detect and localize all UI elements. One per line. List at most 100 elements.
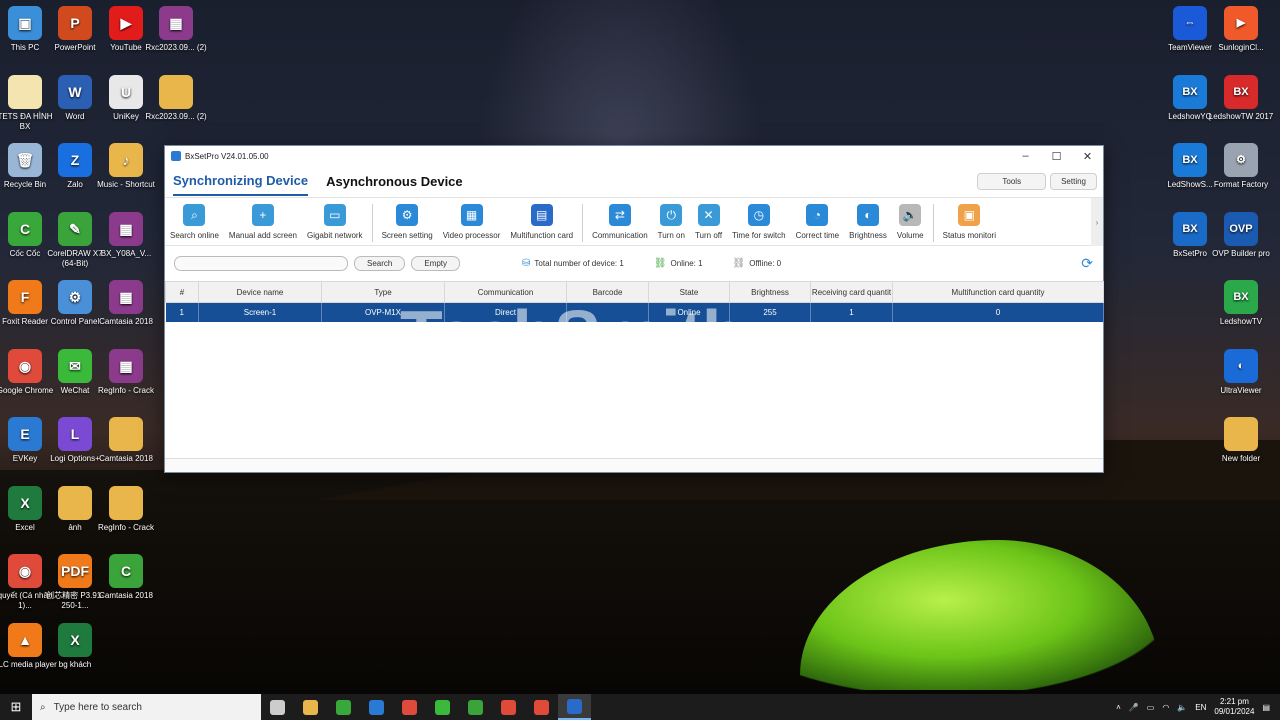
column-header-brightness[interactable]: Brightness [729,281,811,303]
taskbar-app-blue-button[interactable] [360,694,393,720]
toolbar-volume-button[interactable]: 🔈 Volume [892,204,929,240]
taskbar-bxsetpro-button[interactable] [558,694,591,720]
desktop-icon-label: LedshowTV [1219,317,1263,326]
tab-synchronizing-device[interactable]: Synchronizing Device [173,167,309,196]
monitor-search-icon: ⌕ [183,204,206,226]
toolbar-multifunction-card-button[interactable]: ▤ Multifunction card [505,204,578,240]
chevron-up-icon[interactable]: ˄ [1116,703,1121,712]
rxc2023-09-2-icon: ▦ [159,6,193,40]
toolbar-video-processor-button[interactable]: ▦ Video processor [438,204,506,240]
column-header-state[interactable]: State [648,281,730,303]
close-icon[interactable]: ✕ [1072,150,1103,163]
speaker-icon[interactable]: 🔈 [1177,703,1187,712]
windows-start-icon[interactable]: ⊞ [0,699,32,715]
tab-bar: Synchronizing Device Asynchronous Device… [165,166,1103,198]
column-header-multifunction-card-quantity[interactable]: Multifunction card quantity [892,281,1104,303]
cell-index: 1 [165,302,199,322]
camtasia-icon [468,699,483,715]
desktop-icon-camtasia-2018[interactable]: C Camtasia 2018 [93,554,159,601]
toolbar: ⌕ Search online + Manual add screen ▭ Gigabit… [165,198,1103,246]
google-chrome-icon: ◉ [8,348,42,383]
desktop-icon-reginfo-crack[interactable]: ▦ RegInfo - Crack [93,348,159,396]
desktop-icon-rxc2023-09-2[interactable]: Rxc2023.09... (2) [143,74,209,122]
maximize-icon[interactable]: ☐ [1041,150,1072,163]
toolbar-label: Time for switch [732,231,786,240]
taskbar-chrome-2-button[interactable] [525,694,558,720]
toolbar-time-for-switch-button[interactable]: ◷ Time for switch [727,204,791,240]
tets-a-h-nh-bx-icon [8,74,42,109]
language-icon[interactable]: EN [1195,703,1206,712]
ultraviewer-icon: ◐ [1224,348,1258,383]
desktop-icon-rxc2023-09-2[interactable]: ▦ Rxc2023.09... (2) [143,6,209,53]
column-header-type[interactable]: Type [321,281,445,303]
taskbar-wechat-button[interactable] [426,694,459,720]
desktop-icon-ledshowtw-2017[interactable]: BX LedshowTW 2017 [1208,74,1274,122]
desktop-icon-sunlogincl[interactable]: ▶ SunloginCl... [1208,6,1274,53]
taskbar-coccoc-button[interactable] [327,694,360,720]
microphone-icon[interactable]: 🎤 [1129,703,1139,712]
minimize-icon[interactable]: – [1010,150,1041,163]
taskbar-search[interactable]: ⌕ Type here to search [32,694,261,720]
desktop-icon-label: UltraViewer [1220,385,1262,395]
toolbar-search-online-button[interactable]: ⌕ Search online [165,204,224,240]
taskbar-file-explorer-button[interactable] [294,694,327,720]
desktop-icon-format-factory[interactable]: ⚙ Format Factory [1208,143,1274,190]
toolbar-turn-on-button[interactable]: ⏻ Turn on [653,204,690,240]
desktop-icon-ovp-builder-pro[interactable]: OVP OVP Builder pro [1208,211,1274,259]
toolbar-gigabit-network-button[interactable]: ▭ Gigabit network [302,204,368,240]
toolbar-turn-off-button[interactable]: ✕ Turn off [690,204,727,240]
desktop-icon-new-folder[interactable]: New folder [1208,417,1274,464]
desktop-icon-label: Camtasia 2018 [99,454,153,463]
notification-icon[interactable]: ▤ [1262,703,1270,712]
cell-receiving-card-quantit: 1 [810,302,893,322]
toolbar-manual-add-screen-button[interactable]: + Manual add screen [224,204,302,240]
taskbar-chrome-button[interactable] [393,694,426,720]
setting-button[interactable]: Setting [1050,173,1097,190]
clock[interactable]: 2:21 pm 09/01/2024 [1214,697,1254,717]
wifi-icon[interactable]: ◠ [1162,703,1169,712]
column-header-receiving-card-quantit[interactable]: Receiving card quantit [810,281,893,303]
battery-icon[interactable]: ▭ [1147,703,1155,712]
desktop-icon-bx-y08a-v[interactable]: ▦ BX_Y08A_V... [93,211,159,259]
taskbar-task-view-button[interactable] [261,694,294,720]
empty-button[interactable]: Empty [411,256,461,271]
desktop-icon-label: Format Factory [1213,180,1269,189]
taskbar-camtasia-recorder-button[interactable] [492,694,525,720]
title-bar[interactable]: BxSetPro V24.01.05.00 – ☐ ✕ [165,146,1103,166]
toolbar-label: Brightness [849,231,887,240]
refresh-icon[interactable]: ⟳ [1081,255,1093,272]
toolbar-communication-button[interactable]: ⇄ Communication [587,204,653,240]
taskbar-camtasia-button[interactable] [459,694,492,720]
desktop-icon-music-shortcut[interactable]: ♪ Music - Shortcut [93,143,159,190]
desktop-icon-bg-kh-ch[interactable]: Xbg khách [42,622,108,670]
tab-asynchronous-device[interactable]: Asynchronous Device [326,168,463,195]
timer-icon: ◷ [747,204,770,226]
desktop-icon-ultraviewer[interactable]: ◐ UltraViewer [1208,348,1274,396]
column-header-barcode[interactable]: Barcode [566,281,649,303]
table-row[interactable]: 1 Screen-1 OVP-M1X Direct Online 255 1 0 [165,302,1104,322]
tools-button[interactable]: Tools [977,173,1047,190]
toolbar-brightness-button[interactable]: ◐ Brightness [844,204,892,240]
desktop-icon-ledshowtv[interactable]: BX LedshowTV [1208,280,1274,327]
toolbar-scroll-right-icon[interactable]: › [1091,198,1103,246]
desktop-icon-reginfo-crack[interactable]: RegInfo - Crack [93,485,159,533]
column-header-index[interactable]: # [165,281,199,303]
music-shortcut-icon: ♪ [109,143,143,177]
search-button[interactable]: Search [354,256,406,271]
evkey-icon: E [8,417,42,451]
camtasia-2018-icon: C [109,554,143,588]
date: 09/01/2024 [1214,707,1255,716]
toolbar-screen-setting-button[interactable]: ⚙ Screen setting [377,204,438,240]
system-tray: ˄ 🎤 ▭ ◠ 🔈 EN 2:21 pm 09/01/2024 ▤ [1116,697,1280,717]
bx-y08a-v-icon: ▦ [109,211,143,246]
desktop-icon-camtasia-2018[interactable]: Camtasia 2018 [93,417,159,464]
desktop-icon-camtasia-2018[interactable]: ▦ Camtasia 2018 [93,280,159,327]
power-on-icon: ⏻ [660,204,683,226]
search-input[interactable] [174,256,348,271]
bg-kh-ch-icon: X [58,622,92,657]
toolbar-status-monitori-button[interactable]: ▣ Status monitori [938,204,1001,240]
column-header-communication[interactable]: Communication [444,281,567,303]
column-header-device-name[interactable]: Device name [198,281,322,303]
toolbar-correct-time-button[interactable]: ◔ Correct time [791,204,845,240]
coreldraw-x7-64-bit-icon: ✎ [58,211,92,246]
